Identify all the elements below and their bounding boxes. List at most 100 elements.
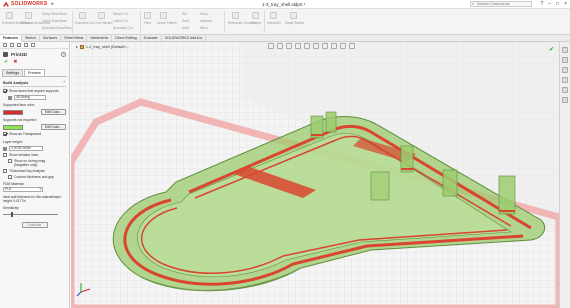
ribbon-item-lofted-boss[interactable]: Lofted Boss/Base xyxy=(42,19,67,23)
show-transparent-row: Show as Transparent xyxy=(3,132,66,136)
window-controls: ? – □ × xyxy=(540,1,567,7)
tab-sheet-metal[interactable]: Sheet Metal xyxy=(61,35,88,42)
apply-scene-icon[interactable] xyxy=(340,43,346,49)
zoom-area-icon[interactable] xyxy=(277,43,283,49)
tab-add-ins[interactable]: SOLIDWORKS Add-Ins xyxy=(162,35,207,42)
design-library-icon[interactable] xyxy=(562,57,568,63)
cancel-x-icon[interactable]: ✖ xyxy=(13,59,17,65)
fdm-material-label: FDM Material: xyxy=(3,182,25,186)
search-commands-input[interactable]: ⌕ Search Commands xyxy=(470,1,532,7)
fdm-material-select[interactable]: PLA ▾ xyxy=(3,187,43,192)
hide-show-items-icon[interactable] xyxy=(322,43,328,49)
feature-tree-flyout[interactable]: ▸ 1-3_tray_shell (Default<... xyxy=(76,44,130,49)
ribbon-item-swept-boss[interactable]: Swept Boss/Base xyxy=(42,12,67,16)
custom-properties-icon[interactable] xyxy=(562,97,568,103)
sensitivity-slider[interactable] xyxy=(3,212,66,217)
ribbon-item-intersect[interactable]: Intersect xyxy=(200,19,212,23)
supported-face-color-row: Edit Color... xyxy=(3,109,66,115)
minimize-icon[interactable]: – xyxy=(548,1,551,7)
ribbon-item-draft[interactable]: Draft xyxy=(182,19,189,23)
ribbon-item-fillet[interactable]: Fillet xyxy=(144,21,151,25)
ribbon-item-swept-cut[interactable]: Swept Cut xyxy=(113,12,128,16)
help-icon[interactable]: ? xyxy=(61,52,66,57)
help-menu-icon[interactable]: ? xyxy=(540,1,543,7)
configuration-manager-icon[interactable] xyxy=(17,43,21,47)
property-manager-icon[interactable] xyxy=(10,43,14,47)
show-during-mag-checkbox[interactable] xyxy=(8,159,12,163)
hole-wizard-icon[interactable] xyxy=(98,12,105,19)
previous-view-icon[interactable] xyxy=(286,43,292,49)
ribbon-item-rapid-sketch[interactable]: Rapid Sketch xyxy=(285,21,304,25)
revolved-boss-icon[interactable] xyxy=(25,12,32,19)
supports-not-required-swatch[interactable] xyxy=(3,124,23,130)
expand-arrow-icon[interactable]: ▸ xyxy=(76,44,78,49)
property-subtabs: Settings Preview xyxy=(2,69,67,77)
tab-features[interactable]: Features xyxy=(0,35,22,42)
ribbon-item-instant3d[interactable]: Instant3D xyxy=(267,21,281,25)
display-manager-icon[interactable] xyxy=(31,43,35,47)
layer-height-label: Layer height: xyxy=(3,140,23,144)
ribbon-item-lofted-cut[interactable]: Lofted Cut xyxy=(113,19,128,23)
ribbon-item-wrap[interactable]: Wrap xyxy=(200,12,208,16)
fillet-icon[interactable] xyxy=(144,12,151,19)
reference-geometry-icon[interactable] xyxy=(232,12,239,19)
extruded-cut-icon[interactable] xyxy=(79,12,86,19)
view-palette-icon[interactable] xyxy=(562,77,568,83)
zoom-to-fit-icon[interactable] xyxy=(268,43,274,49)
tab-evaluate[interactable]: Evaluate xyxy=(141,35,162,42)
instant3d-icon[interactable] xyxy=(270,12,277,19)
graphics-viewport[interactable]: ▸ 1-3_tray_shell (Default<... ✔ xyxy=(71,42,570,308)
file-explorer-icon[interactable] xyxy=(562,67,568,73)
feature-tree-icon[interactable] xyxy=(3,43,7,47)
linear-pattern-icon[interactable] xyxy=(160,12,167,19)
menu-expand-icon[interactable]: ▸ xyxy=(51,1,54,7)
appearances-icon[interactable] xyxy=(562,87,568,93)
collapse-chevron-icon[interactable]: ⌃ xyxy=(63,81,66,85)
ribbon-item-rib[interactable]: Rib xyxy=(182,12,187,16)
dimxpert-icon[interactable] xyxy=(24,43,28,47)
edit-color-button-supported[interactable]: Edit Color... xyxy=(40,109,66,115)
ribbon-item-curves[interactable]: Curves xyxy=(251,21,261,25)
ok-check-icon[interactable]: ✔ xyxy=(4,59,8,65)
solidworks-logo[interactable]: SOLIDWORKS xyxy=(3,1,47,7)
rapid-sketch-icon[interactable] xyxy=(290,12,297,19)
tab-direct-editing[interactable]: Direct Editing xyxy=(112,35,141,42)
thickness-gap-checkbox[interactable] xyxy=(3,169,7,173)
show-faces-checkbox[interactable] xyxy=(3,89,7,93)
custom-thickness-label: Custom thickness and gap xyxy=(14,175,54,179)
custom-thickness-checkbox[interactable] xyxy=(8,175,12,179)
ribbon-item-boundary-boss[interactable]: Boundary Boss/Base xyxy=(42,26,72,30)
supported-face-color-swatch[interactable] xyxy=(3,109,23,115)
show-striation-checkbox[interactable] xyxy=(3,153,7,157)
ribbon-item-mirror[interactable]: Mirror xyxy=(200,26,208,30)
subtab-settings[interactable]: Settings xyxy=(2,69,23,76)
ribbon-item-shell[interactable]: Shell xyxy=(182,26,189,30)
tab-surfaces[interactable]: Surfaces xyxy=(40,35,62,42)
edit-appearance-icon[interactable] xyxy=(331,43,337,49)
ideal-wall-note: Ideal wall thickness for this material/l… xyxy=(3,195,61,203)
show-transparent-checkbox[interactable] xyxy=(3,132,7,136)
view-orientation-icon[interactable] xyxy=(304,43,310,49)
curves-icon[interactable] xyxy=(252,12,259,19)
section-view-icon[interactable] xyxy=(295,43,301,49)
ribbon-item-linear-pattern[interactable]: Linear Pattern xyxy=(157,21,177,25)
ribbon-item-extruded-cut[interactable]: Extruded Cut xyxy=(75,21,94,25)
ribbon-item-boundary-cut[interactable]: Boundary Cut xyxy=(113,26,133,30)
tab-sketch[interactable]: Sketch xyxy=(22,35,40,42)
display-style-icon[interactable] xyxy=(313,43,319,49)
view-settings-icon[interactable] xyxy=(349,43,355,49)
overhang-angle-field[interactable]: 45.00deg xyxy=(14,95,46,100)
ribbon-item-hole-wizard[interactable]: Hole Wizard xyxy=(95,21,112,25)
layer-height-field[interactable]: 0.00787402in xyxy=(9,146,43,151)
calculate-button[interactable]: Calculate xyxy=(21,222,48,228)
subtab-preview[interactable]: Preview xyxy=(24,69,45,76)
solidworks-resources-icon[interactable] xyxy=(562,47,568,53)
tab-weldments[interactable]: Weldments xyxy=(87,35,113,42)
restore-icon[interactable]: □ xyxy=(556,1,559,7)
extruded-boss-icon[interactable] xyxy=(6,12,13,19)
edit-color-button-not-required[interactable]: Edit Color... xyxy=(40,124,66,130)
confirmation-ok-icon[interactable]: ✔ xyxy=(549,46,554,53)
close-icon[interactable]: × xyxy=(564,1,567,7)
build-analysis-header[interactable]: Build Analysis ⌃ xyxy=(3,81,66,87)
sensitivity-slider-thumb[interactable] xyxy=(11,212,14,217)
